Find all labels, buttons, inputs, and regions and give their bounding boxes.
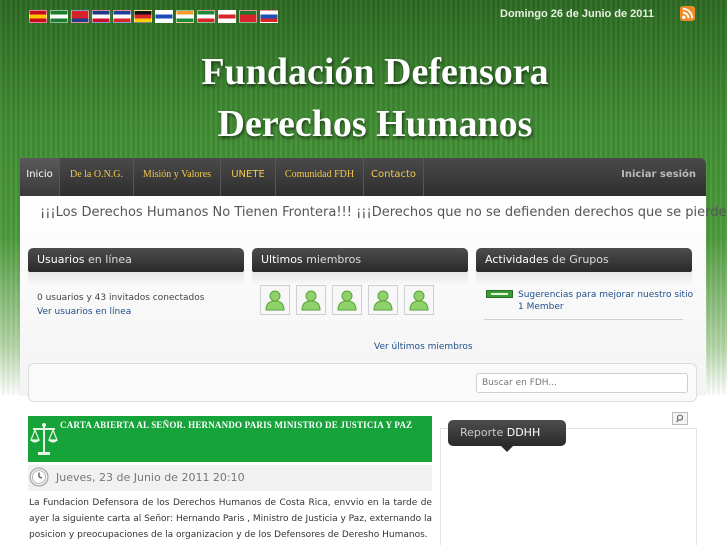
site-tagline: ¡¡¡Los Derechos Humanos No Tienen Fronte… — [40, 205, 727, 220]
russian-flag-icon[interactable] — [260, 10, 278, 23]
report-tab-label: Reporte — [460, 426, 504, 439]
header-shadow — [252, 272, 468, 286]
article-body: La Fundacion Defensora de los Derechos H… — [29, 498, 432, 540]
german-flag-icon[interactable] — [134, 10, 152, 23]
uk-flag-icon[interactable] — [92, 10, 110, 23]
site-title-line1: Fundación Defensora — [201, 51, 549, 93]
nav-item-contacto[interactable]: Contacto — [364, 158, 424, 196]
group-activity-header-strong: Actividades — [485, 253, 549, 266]
site-logo-title[interactable]: Fundación Defensora Derechos Humanos — [0, 46, 727, 150]
search-input[interactable] — [476, 373, 688, 393]
spanish-flag-icon[interactable] — [29, 10, 47, 23]
scales-of-justice-icon — [30, 423, 58, 455]
latest-members-header-strong: Ultimos — [261, 253, 303, 266]
header-shadow — [476, 272, 692, 286]
online-users-header-rest: en línea — [84, 253, 132, 266]
online-users-header: Usuarios en línea — [28, 248, 244, 272]
user-avatar-icon — [265, 290, 285, 311]
online-users-status: 0 usuarios y 43 invitados conectados — [37, 293, 205, 303]
nav-item-mision[interactable]: Misión y Valores — [134, 158, 221, 196]
member-avatar[interactable] — [296, 285, 326, 315]
user-avatar-icon — [409, 290, 429, 311]
group-activity-header: Actividades de Grupos — [476, 248, 692, 272]
arabic-flag-icon[interactable] — [50, 10, 68, 23]
magnifier-icon[interactable] — [672, 412, 688, 425]
online-users-header-strong: Usuarios — [37, 253, 85, 266]
member-avatar[interactable] — [404, 285, 434, 315]
rss-icon[interactable] — [680, 6, 695, 21]
clock-icon — [29, 467, 49, 487]
israeli-flag-icon[interactable] — [155, 10, 173, 23]
current-date: Domingo 26 de Junio de 2011 — [500, 8, 655, 20]
user-avatar-icon — [373, 290, 393, 311]
divider — [484, 319, 683, 320]
header-shadow — [28, 272, 244, 286]
indian-flag-icon[interactable] — [176, 10, 194, 23]
user-avatar-icon — [337, 290, 357, 311]
portuguese-flag-icon[interactable] — [239, 10, 257, 23]
group-activity-header-rest: de Grupos — [548, 253, 609, 266]
main-navigation: Inicio De la O.N.G. Misión y Valores UNE… — [20, 158, 706, 196]
member-avatar[interactable] — [368, 285, 398, 315]
group-member-count: 1 Member — [518, 302, 564, 312]
nav-item-inicio[interactable]: Inicio — [20, 158, 60, 196]
language-flags — [29, 10, 278, 23]
italian-flag-icon[interactable] — [197, 10, 215, 23]
latest-members-header-rest: miembros — [302, 253, 362, 266]
group-activity-link[interactable]: Sugerencias para mejorar nuestro sitio — [518, 290, 693, 300]
report-ddhh-tab[interactable]: Reporte DDHH 2010 — [448, 420, 566, 465]
member-avatar[interactable] — [332, 285, 362, 315]
nav-item-unete[interactable]: UNETE — [221, 158, 276, 196]
japanese-flag-icon[interactable] — [218, 10, 236, 23]
member-avatar[interactable] — [260, 285, 290, 315]
nav-item-ong[interactable]: De la O.N.G. — [60, 158, 134, 196]
view-online-users-link[interactable]: Ver usuarios en línea — [37, 307, 131, 317]
top-bar: Domingo 26 de Junio de 2011 — [0, 0, 727, 30]
view-latest-members-link[interactable]: Ver últimos miembros — [374, 342, 473, 352]
chinese-taiwan-flag-icon[interactable] — [71, 10, 89, 23]
user-avatar-icon — [301, 290, 321, 311]
nav-item-comunidad[interactable]: Comunidad FDH — [276, 158, 364, 196]
french-flag-icon[interactable] — [113, 10, 131, 23]
tab-pointer — [501, 446, 513, 452]
login-link[interactable]: Iniciar sesión — [621, 158, 696, 192]
group-badge-icon — [486, 290, 513, 298]
latest-members-header: Ultimos miembros — [252, 248, 468, 272]
article-title-link[interactable]: CARTA ABIERTA AL SEÑOR. HERNANDO PARIS M… — [60, 420, 412, 430]
site-title-line2: Derechos Humanos — [217, 103, 533, 145]
article-date: Jueves, 23 de Junio de 2011 20:10 — [56, 471, 245, 484]
